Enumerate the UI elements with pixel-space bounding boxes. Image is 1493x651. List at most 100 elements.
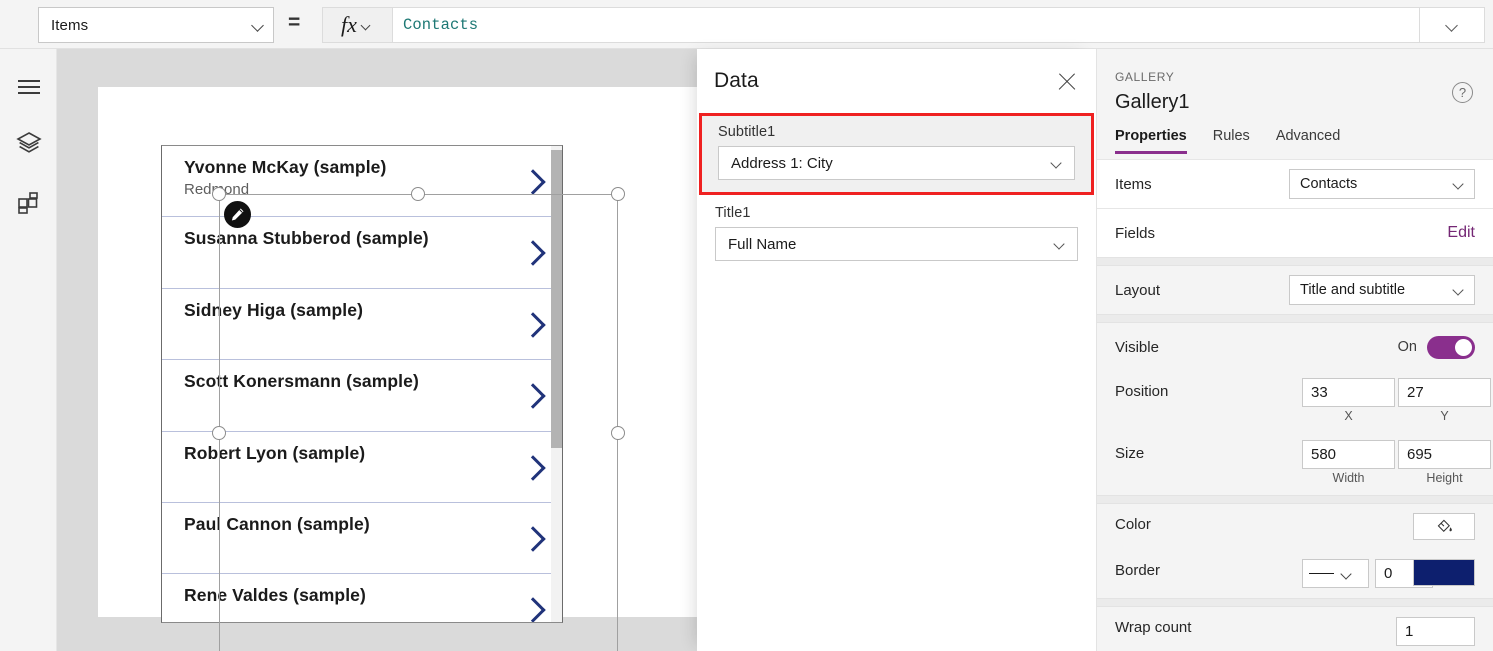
equals-sign: = [288,11,301,34]
data-field-label: Subtitle1 [718,124,776,140]
visible-toggle[interactable] [1427,335,1475,359]
gallery-item-title: Rene Valdes (sample) [184,585,366,606]
row-size: Size 580 695 Width Height [1097,433,1493,495]
fields-edit-link[interactable]: Edit [1447,224,1475,242]
row-wrap-count: Wrap count 1 [1097,607,1493,651]
close-icon[interactable] [1056,71,1078,93]
app-screen-canvas[interactable]: Yvonne McKay (sample)Redmond Susanna Stub… [98,87,738,651]
chevron-right-icon[interactable] [523,311,540,337]
section-gap [1097,495,1493,504]
gallery-item-subtitle: Redmond [184,179,562,201]
tab-rules[interactable]: Rules [1213,128,1250,153]
gallery-item[interactable]: Yvonne McKay (sample)Redmond [162,146,562,218]
rail-item-menu[interactable] [0,63,57,111]
gallery-item-title: Scott Konersmann (sample) [184,371,419,392]
resize-handle-top-right[interactable] [611,187,625,201]
gallery-item-title: Robert Lyon (sample) [184,442,366,463]
chevron-right-icon[interactable] [523,454,540,480]
layout-select[interactable]: Title and subtitle [1289,275,1475,305]
formula-expand-button[interactable] [1420,7,1485,43]
data-panel: Data Subtitle1 Address 1: City Title1 Full … [697,49,1096,651]
formula-input[interactable]: Contacts [393,7,1420,43]
edit-gallery-badge[interactable] [224,201,251,228]
canvas-area: Yvonne McKay (sample)Redmond Susanna Stub… [57,49,738,651]
data-field-select[interactable]: Full Name [715,227,1078,261]
rail-item-insert[interactable] [0,179,57,227]
items-label: Items [1115,175,1152,193]
chevron-right-icon[interactable] [523,596,540,622]
gallery-item[interactable]: Sidney Higa (sample) [162,289,562,361]
properties-tabs: Properties Rules Advanced [1097,128,1493,160]
tab-advanced[interactable]: Advanced [1276,128,1341,153]
wrap-count-input[interactable]: 1 [1396,617,1475,646]
section-gap [1097,257,1493,266]
resize-handle-top-center[interactable] [411,187,425,201]
properties-panel: GALLERY Gallery1 ? Properties Rules Advanc… [1096,49,1493,651]
position-y-input[interactable]: 27 [1398,378,1491,407]
gallery-item[interactable]: Susanna Stubberod (sample) [162,217,562,289]
row-color: Color [1097,504,1493,550]
gallery-item-title: Sidney Higa (sample) [184,299,363,320]
resize-handle-middle-right[interactable] [611,426,625,440]
chevron-right-icon[interactable] [523,382,540,408]
resize-handle-middle-left[interactable] [212,426,226,440]
data-field-select[interactable]: Address 1: City [718,146,1075,180]
gallery-item[interactable]: Robert Lyon (sample) [162,432,562,503]
wrap-count-label: Wrap count [1115,619,1192,636]
gallery-item[interactable]: Paul Cannon (sample) [162,503,562,575]
pencil-icon [231,208,244,221]
chevron-right-icon[interactable] [523,168,540,194]
gallery-item-title: Susanna Stubberod (sample) [184,228,429,249]
row-position: Position 33 27 X Y [1097,371,1493,433]
layout-label: Layout [1115,281,1161,299]
border-style-select[interactable] [1302,559,1369,588]
data-field: Subtitle1 Address 1: City [699,113,1094,195]
size-width-input[interactable]: 580 [1302,440,1395,469]
chevron-right-icon[interactable] [523,525,540,551]
gallery-item-title: Paul Cannon (sample) [184,513,370,534]
gallery-item[interactable]: Scott Konersmann (sample) [162,360,562,432]
chevron-down-icon [1340,567,1354,581]
size-height-input[interactable]: 695 [1398,440,1491,469]
gallery-item[interactable]: Rene Valdes (sample) [162,574,562,622]
data-field: Title1 Full Name [697,195,1096,273]
fx-button[interactable]: fx [322,7,393,43]
chevron-down-icon [1050,156,1064,170]
data-field-value: Address 1: City [731,154,833,172]
row-visible: Visible On [1097,323,1493,371]
gallery-item-title: Yvonne McKay (sample) [184,157,387,177]
control-name-label: Gallery1 [1115,91,1190,113]
gallery-list: Yvonne McKay (sample)Redmond Susanna Stub… [162,146,562,622]
items-select[interactable]: Contacts [1289,169,1475,199]
fill-color-button[interactable] [1413,513,1475,540]
chevron-down-icon [1452,283,1466,297]
section-gap [1097,598,1493,607]
row-layout: Layout Title and subtitle [1097,266,1493,314]
data-field-label: Title1 [715,205,751,221]
properties-header: GALLERY Gallery1 ? [1097,49,1493,128]
property-select[interactable]: Items [38,7,274,43]
gallery-scroll-thumb[interactable] [551,150,562,448]
help-icon[interactable]: ? [1452,82,1473,103]
chevron-right-icon[interactable] [523,239,540,265]
row-border: Border 0 [1097,550,1493,598]
tab-properties[interactable]: Properties [1115,128,1187,154]
visible-toggle-wrap: On [1398,335,1475,359]
chevron-down-icon [360,18,374,32]
paint-bucket-icon [1437,519,1452,532]
rail-item-layers[interactable] [0,119,57,167]
items-select-value: Contacts [1300,176,1358,192]
border-color-swatch[interactable] [1413,559,1475,586]
gallery-control[interactable]: Yvonne McKay (sample)Redmond Susanna Stub… [161,145,563,623]
row-fields: Fields Edit [1097,209,1493,257]
toggle-knob [1455,338,1472,356]
chevron-down-icon [1053,237,1067,251]
border-label: Border [1115,562,1161,579]
data-panel-fields: Subtitle1 Address 1: City Title1 Full Name [697,113,1096,273]
position-x-input[interactable]: 33 [1302,378,1395,407]
resize-handle-top-left[interactable] [212,187,226,201]
size-width-caption: Width [1332,471,1365,485]
hamburger-icon [17,80,40,94]
gallery-scrollbar[interactable] [551,146,562,622]
fields-label: Fields [1115,224,1156,242]
